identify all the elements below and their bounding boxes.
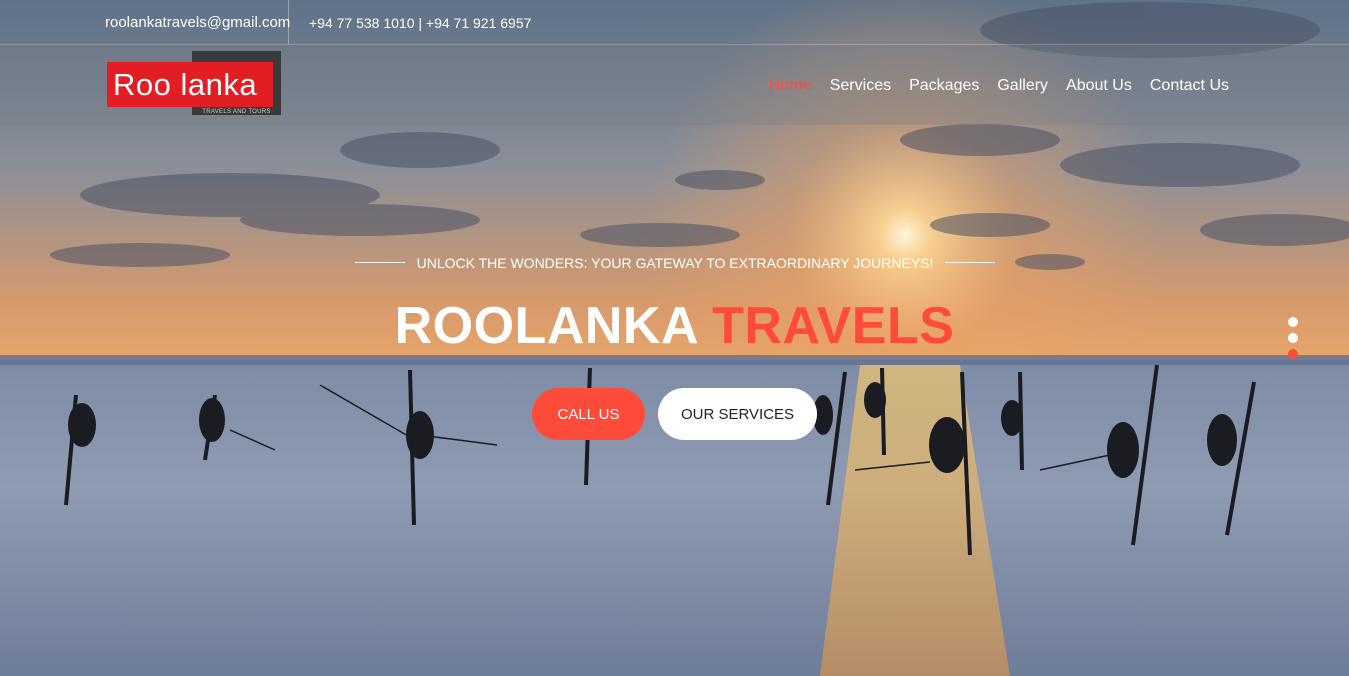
tagline-divider-right [945,262,995,263]
our-services-button[interactable]: OUR SERVICES [658,388,817,440]
slider-dot-2[interactable] [1288,333,1298,343]
nav-services[interactable]: Services [830,77,891,95]
nav-contact-us[interactable]: Contact Us [1150,77,1229,95]
site-logo[interactable]: Roo lanka TRAVELS AND TOURS [107,51,281,115]
hero-tagline: UNLOCK THE WONDERS: YOUR GATEWAY TO EXTR… [416,255,934,271]
nav-gallery[interactable]: Gallery [997,77,1048,95]
nav-home[interactable]: Home [769,77,812,95]
topbar-divider [288,0,289,44]
hero-title-main: ROOLANKA [394,297,698,355]
main-navigation: Home Services Packages Gallery About Us … [751,77,1229,95]
call-us-button[interactable]: CALL US [532,388,645,440]
slider-dot-1[interactable] [1288,317,1298,327]
hero-title-accent: TRAVELS [712,297,955,355]
contact-email-link[interactable]: roolankatravels@gmail.com [105,14,290,31]
nav-about-us[interactable]: About Us [1066,77,1132,95]
hero-title: ROOLANKA TRAVELS [0,296,1349,356]
hero-tagline-block: UNLOCK THE WONDERS: YOUR GATEWAY TO EXTR… [355,254,995,272]
site-header: Roo lanka TRAVELS AND TOURS Home Service… [0,45,1349,125]
logo-wordmark: Roo lanka [107,62,273,107]
logo-subtitle: TRAVELS AND TOURS [202,109,271,115]
slider-pagination [1288,317,1300,365]
top-contact-bar: roolankatravels@gmail.com +94 77 538 101… [0,0,1349,45]
slider-dot-3[interactable] [1288,349,1298,359]
nav-packages[interactable]: Packages [909,77,979,95]
contact-phone-link[interactable]: +94 77 538 1010 | +94 71 921 6957 [309,15,531,31]
